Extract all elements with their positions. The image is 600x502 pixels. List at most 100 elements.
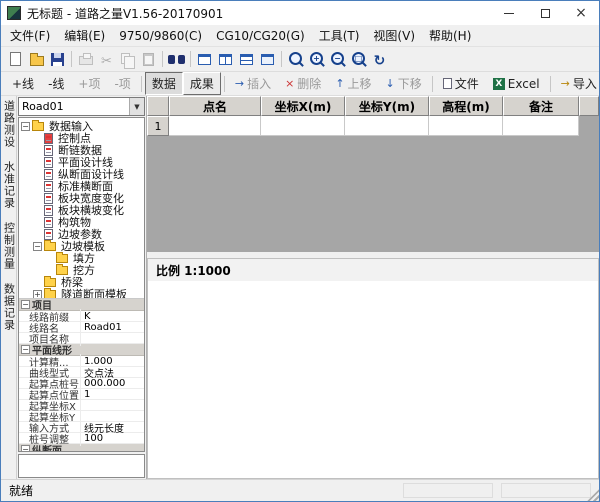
- delete-row-icon: ×: [285, 78, 294, 89]
- zoom-window-icon: [287, 51, 304, 68]
- maximize-button[interactable]: [527, 1, 563, 25]
- delete-row-button[interactable]: ×删除: [278, 72, 328, 95]
- paste-button[interactable]: [138, 49, 159, 70]
- project-combobox-value: Road01: [19, 100, 129, 113]
- menu-item-view[interactable]: 视图(V): [366, 25, 422, 46]
- window-new-button[interactable]: [257, 49, 278, 70]
- remove-item-button[interactable]: -项: [107, 72, 137, 95]
- zoom-extents-button[interactable]: □: [348, 49, 369, 70]
- new-document-icon: [10, 52, 21, 66]
- import-button[interactable]: →导入: [554, 72, 600, 95]
- add-line-button[interactable]: +线: [5, 72, 41, 95]
- side-tab-road-survey[interactable]: 道路测设: [2, 100, 16, 148]
- file-button[interactable]: 文件: [436, 72, 486, 95]
- menu-item-9750-9860[interactable]: 9750/9860(C): [112, 27, 209, 45]
- expand-icon[interactable]: +: [33, 290, 42, 299]
- move-down-button[interactable]: ↓下移: [379, 72, 429, 95]
- refresh-button[interactable]: [369, 49, 390, 70]
- status-panel: [403, 483, 493, 498]
- menu-item-edit[interactable]: 编辑(E): [57, 25, 112, 46]
- app-icon: [7, 6, 21, 20]
- menu-item-file[interactable]: 文件(F): [3, 25, 57, 46]
- column-header-coord-x[interactable]: 坐标X(m): [261, 96, 345, 116]
- menu-item-cg10-cg20[interactable]: CG10/CG20(G): [209, 27, 312, 45]
- clipboard-paste-icon: [143, 53, 154, 66]
- minimize-button[interactable]: [491, 1, 527, 25]
- side-tab-data-record[interactable]: 数据记录: [2, 283, 16, 331]
- window-split-h-button[interactable]: [194, 49, 215, 70]
- chevron-down-icon[interactable]: ▼: [129, 98, 144, 115]
- zoom-window-button[interactable]: [285, 49, 306, 70]
- save-disk-icon: [51, 53, 64, 66]
- insert-row-button[interactable]: →插入: [228, 72, 278, 95]
- excel-button[interactable]: Excel: [486, 74, 547, 94]
- cell-remark[interactable]: [503, 116, 579, 136]
- open-button[interactable]: [26, 49, 47, 70]
- grid-row-1: 1: [147, 116, 599, 136]
- folder-icon: [56, 254, 68, 263]
- new-button[interactable]: [5, 49, 26, 70]
- cell-coord-x[interactable]: [261, 116, 345, 136]
- data-grid: 点名 坐标X(m) 坐标Y(m) 高程(m) 备注 1: [147, 96, 599, 252]
- window-split-horizontal-icon: [198, 54, 211, 65]
- minimize-icon: [504, 13, 514, 14]
- column-header-point-name[interactable]: 点名: [169, 96, 261, 116]
- add-item-button[interactable]: +项: [71, 72, 107, 95]
- collapse-icon[interactable]: −: [21, 445, 30, 451]
- folder-icon: [44, 242, 56, 251]
- menu-item-tools[interactable]: 工具(T): [312, 25, 367, 46]
- collapse-icon[interactable]: −: [21, 122, 30, 131]
- printer-icon: [79, 56, 93, 65]
- file-label: 文件: [455, 75, 479, 92]
- copy-button[interactable]: [117, 49, 138, 70]
- new-window-icon: [261, 54, 274, 65]
- tree-item-tunnel-section-template[interactable]: +隧道断面模板: [19, 288, 144, 298]
- remove-line-button[interactable]: -线: [41, 72, 71, 95]
- insert-row-icon: →: [235, 78, 244, 89]
- zoom-in-button[interactable]: +: [306, 49, 327, 70]
- close-button[interactable]: ×: [563, 1, 599, 25]
- side-tab-level-record[interactable]: 水准记录: [2, 161, 16, 209]
- folder-icon: [56, 266, 68, 275]
- zoom-out-button[interactable]: −: [327, 49, 348, 70]
- column-header-coord-y[interactable]: 坐标Y(m): [345, 96, 429, 116]
- cut-button[interactable]: [96, 49, 117, 70]
- copy-icon: [121, 53, 130, 64]
- move-up-icon: ↑: [335, 78, 344, 89]
- column-header-elevation[interactable]: 高程(m): [429, 96, 503, 116]
- window-grid-icon: [240, 54, 253, 65]
- toolbar-separator: [141, 76, 142, 92]
- row-number-cell[interactable]: 1: [147, 116, 169, 136]
- menu-bar: 文件(F) 编辑(E) 9750/9860(C) CG10/CG20(G) 工具…: [1, 25, 599, 47]
- print-button[interactable]: [75, 49, 96, 70]
- window-grid-button[interactable]: [236, 49, 257, 70]
- property-description-pane: [18, 454, 145, 478]
- data-mode-button[interactable]: 数据: [145, 72, 183, 95]
- data-tree: −数据输入 控制点 断链数据 平面设计线 纵断面设计线 标准横断面 板块宽度变化…: [19, 118, 144, 298]
- title-bar: 无标题 - 道路之量V1.56-20170901 ×: [1, 1, 599, 25]
- column-header-remark[interactable]: 备注: [503, 96, 579, 116]
- navigator-panel: −数据输入 控制点 断链数据 平面设计线 纵断面设计线 标准横断面 板块宽度变化…: [18, 117, 145, 452]
- move-down-icon: ↓: [386, 78, 395, 89]
- side-tab-strip: 道路测设 水准记录 控制测量 数据记录: [1, 96, 17, 479]
- menu-item-help[interactable]: 帮助(H): [422, 25, 478, 46]
- move-up-button[interactable]: ↑ 上移: [328, 72, 378, 95]
- side-tab-control-survey[interactable]: 控制测量: [2, 222, 16, 270]
- cell-point-name[interactable]: [169, 116, 261, 136]
- column-header-filler: [579, 96, 599, 116]
- save-button[interactable]: [47, 49, 68, 70]
- insert-label: 插入: [247, 75, 271, 92]
- window-split-v-button[interactable]: [215, 49, 236, 70]
- move-up-label: 上移: [348, 75, 372, 92]
- result-mode-button[interactable]: 成果: [183, 72, 221, 95]
- add-line-label: +线: [12, 75, 34, 92]
- move-down-label: 下移: [398, 75, 422, 92]
- cell-coord-y[interactable]: [345, 116, 429, 136]
- cell-elevation[interactable]: [429, 116, 503, 136]
- document-icon: [44, 229, 53, 240]
- find-button[interactable]: [166, 49, 187, 70]
- document-icon: [44, 169, 53, 180]
- collapse-icon[interactable]: −: [33, 242, 42, 251]
- property-section-profile[interactable]: −纵断面: [19, 444, 144, 451]
- project-combobox[interactable]: Road01 ▼: [18, 97, 145, 116]
